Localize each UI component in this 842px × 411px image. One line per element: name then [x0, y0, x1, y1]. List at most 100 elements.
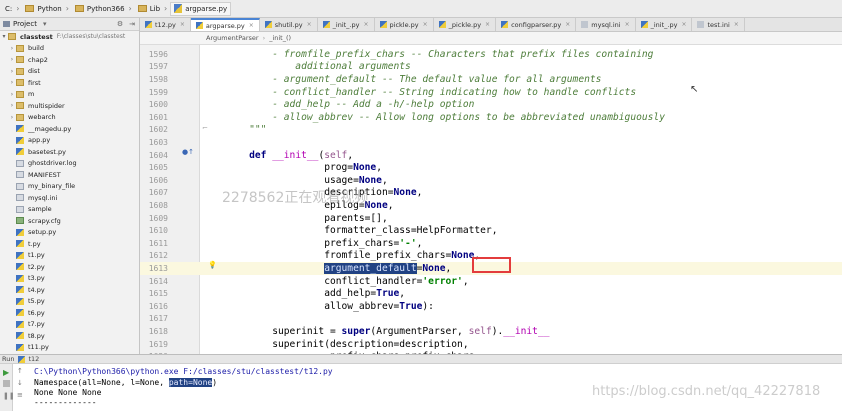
override-marker-icon[interactable]: ●↑: [182, 148, 194, 156]
tree-item[interactable]: › multispider: [0, 100, 139, 112]
close-icon[interactable]: ×: [625, 21, 630, 28]
tree-item[interactable]: basetest.py: [0, 146, 139, 158]
arrow-up-icon[interactable]: ↑: [17, 367, 23, 375]
code-line[interactable]: 1616 allow_abbrev=True):: [140, 300, 842, 313]
editor-tab[interactable]: _init_.py ×: [318, 18, 375, 31]
editor-tab[interactable]: test.ini ×: [692, 18, 745, 31]
chevron-right-icon[interactable]: ›: [8, 114, 16, 121]
tree-item[interactable]: › build: [0, 43, 139, 55]
code-line[interactable]: 1606 usage=None,: [140, 174, 842, 187]
fold-marker-icon[interactable]: ⌐: [202, 124, 208, 132]
editor-tab[interactable]: mysql.ini ×: [576, 18, 636, 31]
editor-tab[interactable]: pickle.py ×: [375, 18, 434, 31]
tree-item[interactable]: t4.py: [0, 284, 139, 296]
tree-item[interactable]: scrapy.cfg: [0, 215, 139, 227]
run-config-name[interactable]: t12: [28, 355, 39, 363]
code-line[interactable]: 1596 - fromfile_prefix_chars -- Characte…: [140, 48, 842, 61]
close-icon[interactable]: ×: [307, 21, 312, 28]
chevron-right-icon[interactable]: ›: [8, 91, 16, 98]
chevron-right-icon[interactable]: ›: [8, 102, 16, 109]
arrow-down-icon[interactable]: ↓: [17, 379, 23, 387]
editor-tab[interactable]: t12.py ×: [140, 18, 191, 31]
chevron-right-icon[interactable]: ›: [8, 68, 16, 75]
tree-item[interactable]: __magedu.py: [0, 123, 139, 135]
pause-icon[interactable]: ❚❚: [3, 392, 15, 400]
close-icon[interactable]: ×: [734, 21, 739, 28]
code-line[interactable]: 1601 - allow_abbrev -- Allow long option…: [140, 111, 842, 124]
breadcrumb-python[interactable]: Python ›: [22, 2, 71, 16]
tree-item[interactable]: sample: [0, 204, 139, 216]
editor-tab[interactable]: _init_.py ×: [636, 18, 693, 31]
tree-root[interactable]: ▾ classtest F:\classes\stu\classtest: [0, 31, 139, 43]
tree-item[interactable]: MANIFEST: [0, 169, 139, 181]
tree-item[interactable]: app.py: [0, 135, 139, 147]
code-line[interactable]: 1619 superinit(description=description,: [140, 338, 842, 351]
tree-item[interactable]: › m: [0, 89, 139, 101]
project-panel-title[interactable]: Project: [13, 20, 37, 28]
breadcrumb-lib[interactable]: Lib ›: [135, 2, 171, 16]
selected-token[interactable]: argument_default: [324, 262, 417, 274]
code-line[interactable]: 1597 additional arguments: [140, 61, 842, 74]
editor-tab[interactable]: shutil.py ×: [260, 18, 318, 31]
tree-item[interactable]: t11.py: [0, 342, 139, 354]
code-line[interactable]: 1604 def __init__(self,: [140, 149, 842, 162]
tree-item[interactable]: my_binary_file: [0, 181, 139, 193]
code-line[interactable]: 1611 prefix_chars='-',: [140, 237, 842, 250]
code-line[interactable]: 1609 parents=[],: [140, 212, 842, 225]
code-line[interactable]: 1603: [140, 136, 842, 149]
settings-gear-icon[interactable]: ⚙: [117, 20, 123, 28]
code-line[interactable]: 1598 - argument_default -- The default v…: [140, 73, 842, 86]
chevron-down-icon[interactable]: ▾: [43, 20, 47, 28]
code-line[interactable]: 1614 conflict_handler='error',: [140, 275, 842, 288]
editor-tab[interactable]: configparser.py ×: [496, 18, 577, 31]
structure-method[interactable]: _init_(): [269, 34, 291, 42]
code-line[interactable]: 1618 superinit = super(ArgumentParser, s…: [140, 325, 842, 338]
chevron-down-icon[interactable]: ▾: [0, 33, 8, 40]
tree-item[interactable]: t1.py: [0, 250, 139, 262]
tree-item[interactable]: ghostdriver.log: [0, 158, 139, 170]
code-line[interactable]: 1610 formatter_class=HelpFormatter,: [140, 224, 842, 237]
close-icon[interactable]: ×: [249, 22, 254, 29]
hide-panel-icon[interactable]: ⇥: [129, 20, 135, 28]
close-icon[interactable]: ×: [423, 21, 428, 28]
editor-tab[interactable]: argparse.py ×: [190, 18, 260, 31]
breadcrumb-drive[interactable]: C: ›: [2, 2, 22, 16]
lightbulb-icon[interactable]: 💡: [208, 261, 217, 269]
close-icon[interactable]: ×: [363, 21, 368, 28]
rerun-icon[interactable]: ▶: [3, 368, 10, 377]
tree-item[interactable]: t3.py: [0, 273, 139, 285]
tree-item[interactable]: › webarch: [0, 112, 139, 124]
tree-item[interactable]: t2.py: [0, 261, 139, 273]
code-line[interactable]: 1615 add_help=True,: [140, 287, 842, 300]
structure-class[interactable]: ArgumentParser: [206, 34, 259, 42]
tree-item[interactable]: › first: [0, 77, 139, 89]
soft-wrap-icon[interactable]: ≡: [17, 391, 23, 399]
tree-item[interactable]: t7.py: [0, 319, 139, 331]
close-icon[interactable]: ×: [180, 21, 185, 28]
tree-item[interactable]: t8.py: [0, 330, 139, 342]
tree-item[interactable]: t6.py: [0, 307, 139, 319]
chevron-right-icon[interactable]: ›: [8, 45, 16, 52]
code-line[interactable]: 1600 - add_help -- Add a -h/-help option: [140, 98, 842, 111]
close-icon[interactable]: ×: [681, 21, 686, 28]
code-line[interactable]: 1602 """: [140, 124, 842, 137]
breadcrumb-python366[interactable]: Python366 ›: [72, 2, 135, 16]
tree-item[interactable]: t.py: [0, 238, 139, 250]
chevron-right-icon[interactable]: ›: [8, 79, 16, 86]
editor-tab[interactable]: _pickle.py ×: [434, 18, 497, 31]
code-line[interactable]: 1617: [140, 313, 842, 326]
chevron-right-icon[interactable]: ›: [8, 56, 16, 63]
tree-item[interactable]: › dist: [0, 66, 139, 78]
stop-icon[interactable]: [3, 380, 10, 387]
line-number: 1606: [148, 175, 168, 185]
output-selection[interactable]: path=None: [168, 378, 213, 387]
breadcrumb-file[interactable]: argparse.py: [170, 1, 232, 16]
code-line[interactable]: 1605 prog=None,: [140, 161, 842, 174]
close-icon[interactable]: ×: [485, 21, 490, 28]
tree-item[interactable]: setup.py: [0, 227, 139, 239]
tree-item[interactable]: mysql.ini: [0, 192, 139, 204]
tree-item[interactable]: › chap2: [0, 54, 139, 66]
tree-item[interactable]: t5.py: [0, 296, 139, 308]
code-line[interactable]: 1599 - conflict_handler -- String indica…: [140, 86, 842, 99]
close-icon[interactable]: ×: [565, 21, 570, 28]
